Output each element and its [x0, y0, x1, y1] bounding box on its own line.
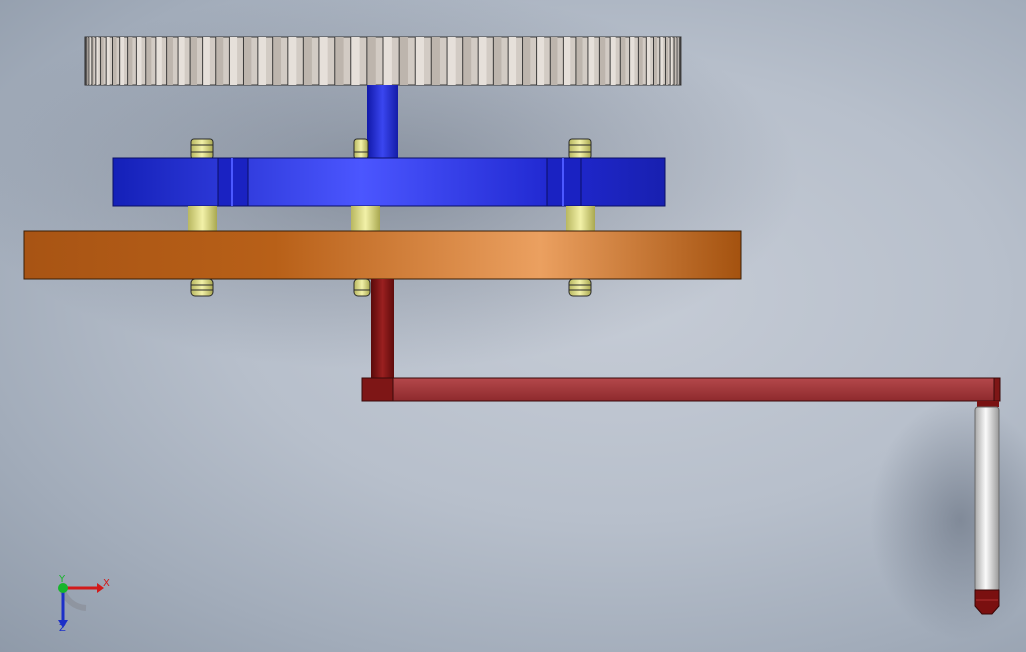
gear-tooth: [287, 37, 297, 85]
gear-tooth: [112, 37, 117, 85]
handle-shadow: [870, 400, 1026, 640]
gear-tooth: [145, 37, 152, 85]
blue-carrier-plate[interactable]: [112, 157, 666, 207]
y-axis-label: Y: [58, 574, 66, 585]
gear-tooth: [229, 37, 238, 85]
gear-tooth: [127, 37, 133, 85]
gear-tooth: [563, 37, 571, 85]
gear-tooth: [646, 37, 651, 85]
gear-tooth: [383, 37, 392, 85]
input-shaft[interactable]: [367, 85, 398, 159]
gear-tooth: [334, 37, 344, 85]
x-axis-label: X: [103, 578, 110, 589]
gear-tooth: [366, 37, 376, 85]
gear-tooth: [272, 37, 282, 85]
coordinate-triad: X Y Z: [58, 574, 110, 634]
gear-tooth: [638, 37, 643, 85]
gear-tooth: [190, 37, 197, 85]
gear-tooth: [350, 37, 360, 85]
gear-tooth: [462, 37, 472, 85]
gear-tooth: [447, 37, 456, 85]
gear-tooth: [106, 37, 110, 85]
crank-shaft[interactable]: [371, 279, 394, 379]
gear-tooth: [508, 37, 517, 85]
gear-tooth: [155, 37, 162, 85]
gear-tooth: [478, 37, 487, 85]
gear-tooth: [620, 37, 626, 85]
gear-tooth: [659, 37, 663, 85]
gear-tooth: [303, 37, 312, 85]
assembly-scene[interactable]: X Y Z: [0, 0, 1026, 652]
gear-tooth: [100, 37, 104, 85]
crank-handle[interactable]: [974, 401, 1000, 615]
gear-tooth: [119, 37, 125, 85]
gear-tooth: [575, 37, 583, 85]
gear-tooth: [653, 37, 657, 85]
gear-tooth: [318, 37, 328, 85]
gear-tooth: [610, 37, 616, 85]
gear-tooth: [215, 37, 224, 85]
gear-tooth: [136, 37, 142, 85]
gear-tooth: [178, 37, 185, 85]
z-axis-label: Z: [59, 623, 66, 634]
gear-tooth: [415, 37, 425, 85]
gear-tooth: [599, 37, 606, 85]
crank-arm[interactable]: [361, 377, 1001, 402]
gear-tooth: [550, 37, 558, 85]
gear-tooth: [536, 37, 545, 85]
gear-tooth: [522, 37, 531, 85]
gear-tooth: [257, 37, 267, 85]
gear-tooth: [493, 37, 502, 85]
spur-gear[interactable]: [84, 36, 682, 86]
gear-tooth: [166, 37, 173, 85]
gear-tooth: [243, 37, 252, 85]
gear-tooth: [399, 37, 408, 85]
orange-base-plate[interactable]: [23, 230, 742, 280]
gear-tooth: [587, 37, 595, 85]
gear-tooth: [431, 37, 440, 85]
gear-tooth: [629, 37, 635, 85]
gear-tooth: [202, 37, 210, 85]
cad-viewport[interactable]: X Y Z: [0, 0, 1026, 652]
